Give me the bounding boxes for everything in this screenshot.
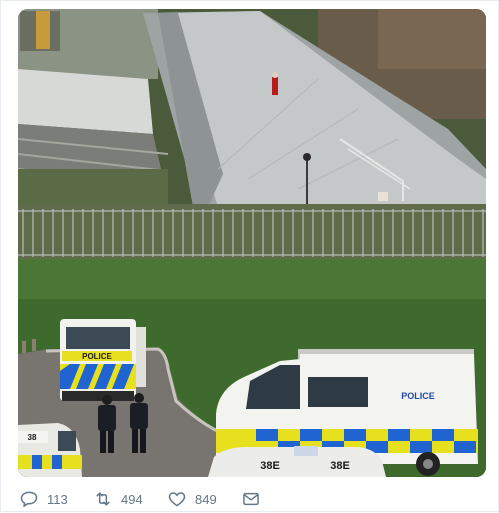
white-building [18,69,153,134]
tweet-actions: 113 494 849 [1,487,499,513]
tweet-photo[interactable]: POLICE 38 POLICE 38E 38E [18,9,486,477]
van-front-police-label: POLICE [82,352,112,361]
tweet-card: POLICE 38 POLICE 38E 38E 113 494 849 [0,0,499,512]
left-car-roof-code: 38 [28,433,37,442]
car-roof-code-2: 38E [330,460,350,472]
police-car-left: 38 [18,423,82,477]
reply-button[interactable]: 113 [19,487,68,511]
van-side-police-label: POLICE [401,391,435,401]
like-count: 849 [195,491,217,507]
retweet-button[interactable]: 494 [93,487,143,511]
reply-icon [19,489,39,509]
like-button[interactable]: 849 [167,487,217,511]
retweet-count: 494 [121,491,143,507]
car-roof-code-1: 38E [260,460,280,472]
photo-scene: POLICE 38 POLICE 38E 38E [18,9,486,477]
like-icon [167,489,187,509]
message-icon [241,489,261,509]
message-button[interactable] [241,487,261,511]
police-van-front: POLICE [60,319,146,401]
person-on-roof [272,77,278,95]
police-car-roof: 38E 38E [208,446,386,477]
fence-area [18,204,486,259]
retweet-icon [93,489,113,509]
reply-count: 113 [47,491,68,507]
